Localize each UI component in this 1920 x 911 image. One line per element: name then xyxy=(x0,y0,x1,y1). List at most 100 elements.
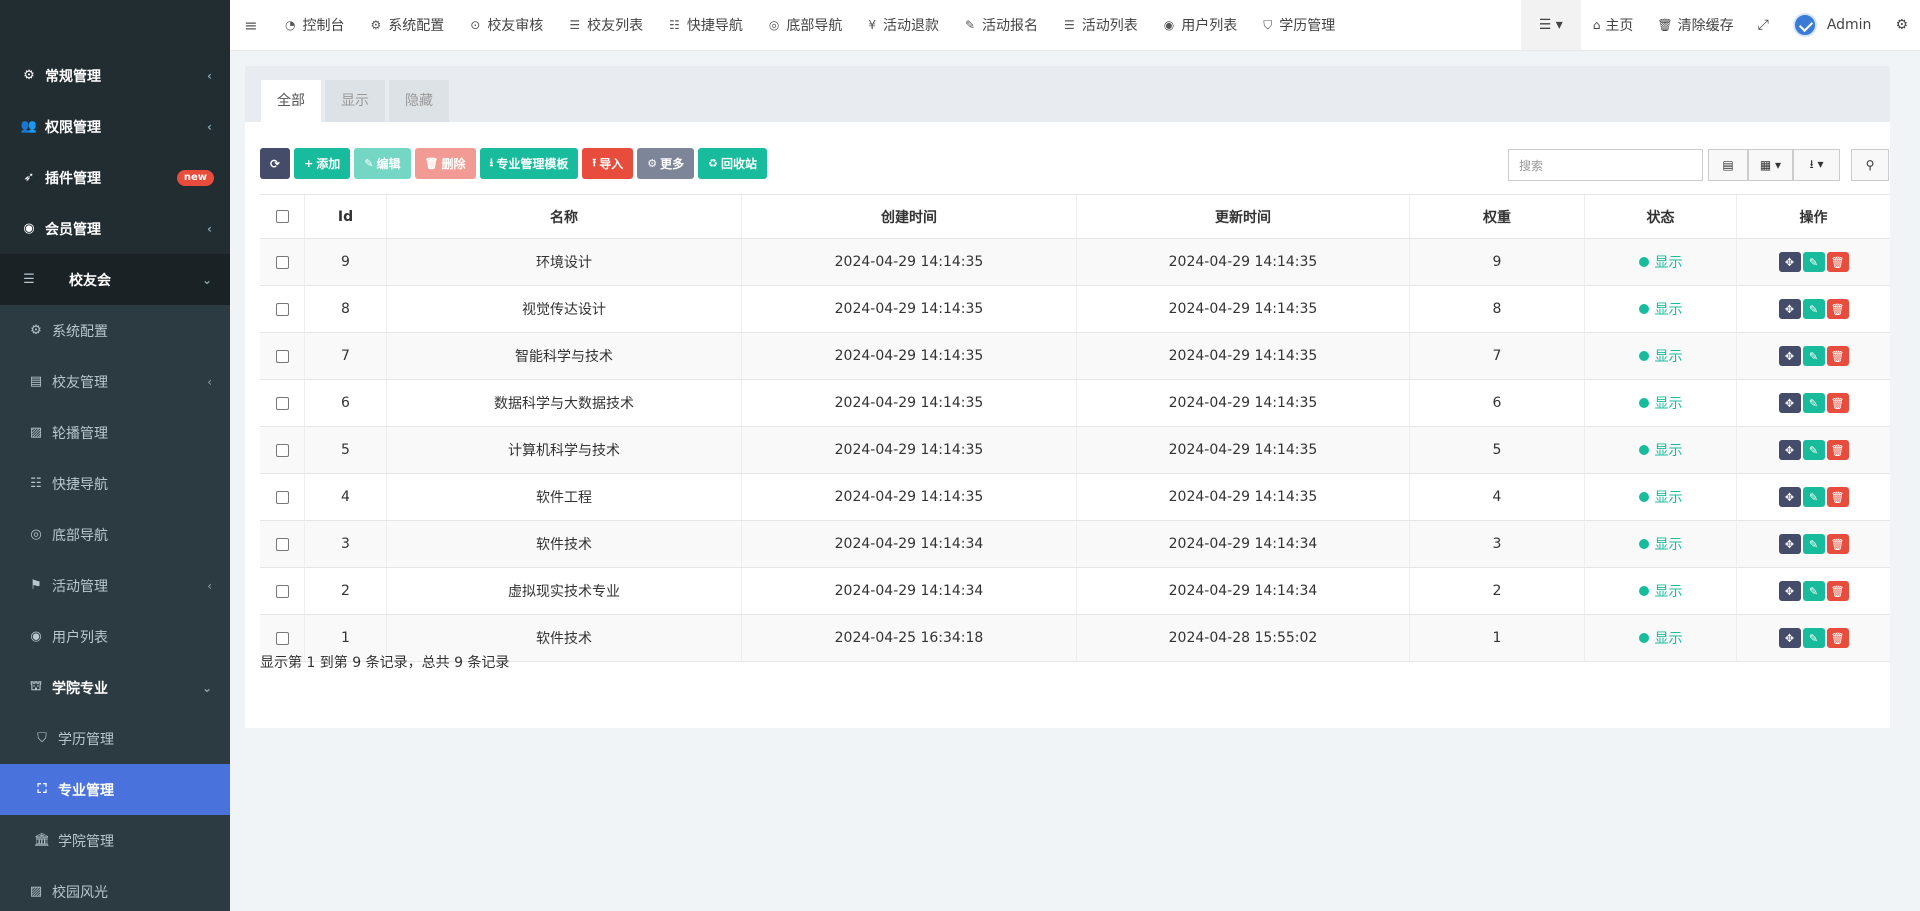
sidebar-item-14[interactable]: ⛶ 专业管理 xyxy=(0,764,230,815)
refresh-button[interactable]: ⟳ xyxy=(260,148,291,179)
select-all-checkbox[interactable] xyxy=(275,210,289,223)
row-edit-button[interactable]: ✎ xyxy=(1802,628,1825,648)
header-id[interactable]: Id xyxy=(305,195,387,238)
nav-tab-0[interactable]: ◔ 控制台 xyxy=(272,0,357,50)
status-badge[interactable]: 显示 xyxy=(1638,299,1683,319)
nav-tab-10[interactable]: ⛉ 学历管理 xyxy=(1250,0,1348,50)
nav-tab-3[interactable]: ☰ 校友列表 xyxy=(556,0,656,50)
drag-handle-button[interactable]: ✥ xyxy=(1778,393,1801,413)
sidebar-item-3[interactable]: ◉ 会员管理 ‹ xyxy=(0,203,230,254)
nav-tab-4[interactable]: ☷ 快捷导航 xyxy=(656,0,756,50)
row-checkbox[interactable] xyxy=(275,584,289,598)
nav-tab-6[interactable]: ¥ 活动退款 xyxy=(855,0,952,50)
status-badge[interactable]: 显示 xyxy=(1638,487,1683,507)
add-button[interactable]: + 添加 xyxy=(294,148,351,179)
nav-tab-1[interactable]: ⚙ 系统配置 xyxy=(357,0,457,50)
tab-show[interactable]: 显示 xyxy=(325,80,385,122)
nav-tab-2[interactable]: ⊙ 校友审核 xyxy=(457,0,556,50)
row-edit-button[interactable]: ✎ xyxy=(1802,534,1825,554)
status-badge[interactable]: 显示 xyxy=(1638,628,1683,648)
tab-all[interactable]: 全部 xyxy=(261,80,321,122)
sidebar-item-5[interactable]: ⚙ 系统配置 xyxy=(0,305,230,356)
nav-tab-7[interactable]: ✎ 活动报名 xyxy=(952,0,1051,50)
sidebar-item-16[interactable]: ▨ 校园风光 xyxy=(0,866,230,911)
toggle-view-button[interactable]: ▤ xyxy=(1708,149,1748,181)
nav-tab-9[interactable]: ◉ 用户列表 xyxy=(1151,0,1250,50)
sidebar-item-9[interactable]: ◎ 底部导航 xyxy=(0,509,230,560)
clear-cache-button[interactable]: 🗑 清除缓存 xyxy=(1645,0,1745,50)
row-delete-button[interactable]: 🗑 xyxy=(1826,393,1849,413)
delete-button[interactable]: 🗑 删除 xyxy=(414,148,476,179)
sidebar-item-12[interactable]: ⛫ 学院专业 ⌄ xyxy=(0,662,230,713)
table-row[interactable]: 7 智能科学与技术 2024-04-29 14:14:35 2024-04-29 14… xyxy=(260,333,1890,380)
row-checkbox[interactable] xyxy=(275,255,289,269)
table-row[interactable]: 2 虚拟现实技术专业 2024-04-29 14:14:34 2024-04-29 1… xyxy=(260,568,1890,615)
row-delete-button[interactable]: 🗑 xyxy=(1826,252,1849,272)
row-delete-button[interactable]: 🗑 xyxy=(1826,299,1849,319)
fullscreen-button[interactable]: ⤢ xyxy=(1746,0,1781,50)
columns-button[interactable]: ▦ ▾ xyxy=(1748,149,1793,181)
drag-handle-button[interactable]: ✥ xyxy=(1778,299,1801,319)
home-link[interactable]: ⌂ 主页 xyxy=(1581,0,1646,50)
user-menu[interactable]: Admin xyxy=(1781,0,1884,50)
sidebar-item-4[interactable]: ☰ 校友会 ⌄ xyxy=(0,254,230,305)
table-row[interactable]: 8 视觉传达设计 2024-04-29 14:14:35 2024-04-29 14:… xyxy=(260,286,1890,333)
row-edit-button[interactable]: ✎ xyxy=(1802,581,1825,601)
sidebar-item-2[interactable]: ➶ 插件管理 new xyxy=(0,152,230,203)
row-delete-button[interactable]: 🗑 xyxy=(1826,487,1849,507)
sidebar-item-13[interactable]: ⛉ 学历管理 xyxy=(0,713,230,764)
status-badge[interactable]: 显示 xyxy=(1638,534,1683,554)
status-badge[interactable]: 显示 xyxy=(1638,346,1683,366)
tabs-menu-toggle-button[interactable]: ☰ ▾ xyxy=(1520,0,1581,50)
drag-handle-button[interactable]: ✥ xyxy=(1778,628,1801,648)
status-badge[interactable]: 显示 xyxy=(1638,393,1683,413)
nav-tab-8[interactable]: ☰ 活动列表 xyxy=(1051,0,1151,50)
template-download-button[interactable]: ⭳ 专业管理模板 xyxy=(479,148,579,179)
sidebar-item-15[interactable]: 🏛 学院管理 xyxy=(0,815,230,866)
status-badge[interactable]: 显示 xyxy=(1638,252,1683,272)
drag-handle-button[interactable]: ✥ xyxy=(1778,581,1801,601)
status-badge[interactable]: 显示 xyxy=(1638,581,1683,601)
table-row[interactable]: 3 软件技术 2024-04-29 14:14:34 2024-04-29 14:14… xyxy=(260,521,1890,568)
advanced-search-button[interactable]: ⚲ xyxy=(1851,149,1889,181)
more-button[interactable]: ⚙ 更多 xyxy=(637,148,695,179)
table-row[interactable]: 4 软件工程 2024-04-29 14:14:35 2024-04-29 14:14… xyxy=(260,474,1890,521)
row-delete-button[interactable]: 🗑 xyxy=(1826,581,1849,601)
drag-handle-button[interactable]: ✥ xyxy=(1778,534,1801,554)
table-row[interactable]: 9 环境设计 2024-04-29 14:14:35 2024-04-29 14:14… xyxy=(260,239,1890,286)
sidebar-item-10[interactable]: ⚑ 活动管理 ‹ xyxy=(0,560,230,611)
drag-handle-button[interactable]: ✥ xyxy=(1778,487,1801,507)
row-edit-button[interactable]: ✎ xyxy=(1802,487,1825,507)
nav-tab-5[interactable]: ◎ 底部导航 xyxy=(756,0,855,50)
row-checkbox[interactable] xyxy=(275,490,289,504)
status-badge[interactable]: 显示 xyxy=(1638,440,1683,460)
sidebar-item-0[interactable]: ⚙ 常规管理 ‹ xyxy=(0,50,230,101)
sidebar-item-7[interactable]: ▨ 轮播管理 xyxy=(0,407,230,458)
row-edit-button[interactable]: ✎ xyxy=(1802,346,1825,366)
row-delete-button[interactable]: 🗑 xyxy=(1826,440,1849,460)
row-checkbox[interactable] xyxy=(275,443,289,457)
settings-button[interactable]: ⚙ xyxy=(1883,0,1920,50)
sidebar-item-11[interactable]: ◉ 用户列表 xyxy=(0,611,230,662)
row-delete-button[interactable]: 🗑 xyxy=(1826,628,1849,648)
import-button[interactable]: ⭱ 导入 xyxy=(582,148,634,179)
row-checkbox[interactable] xyxy=(275,631,289,645)
drag-handle-button[interactable]: ✥ xyxy=(1778,346,1801,366)
sidebar-item-8[interactable]: ☷ 快捷导航 xyxy=(0,458,230,509)
row-delete-button[interactable]: 🗑 xyxy=(1826,534,1849,554)
search-input[interactable]: 搜索 xyxy=(1508,149,1703,181)
sidebar-toggle-icon[interactable]: ≡ xyxy=(230,16,272,35)
row-edit-button[interactable]: ✎ xyxy=(1802,440,1825,460)
sidebar-item-6[interactable]: ▤ 校友管理 ‹ xyxy=(0,356,230,407)
row-checkbox[interactable] xyxy=(275,349,289,363)
row-delete-button[interactable]: 🗑 xyxy=(1826,346,1849,366)
drag-handle-button[interactable]: ✥ xyxy=(1778,252,1801,272)
row-edit-button[interactable]: ✎ xyxy=(1802,299,1825,319)
sidebar-item-1[interactable]: 👥 权限管理 ‹ xyxy=(0,101,230,152)
row-checkbox[interactable] xyxy=(275,302,289,316)
export-button[interactable]: ⭳ ▾ xyxy=(1793,149,1840,181)
row-edit-button[interactable]: ✎ xyxy=(1802,393,1825,413)
table-row[interactable]: 5 计算机科学与技术 2024-04-29 14:14:35 2024-04-29 1… xyxy=(260,427,1890,474)
edit-button[interactable]: ✎ 编辑 xyxy=(354,148,411,179)
tab-hidden[interactable]: 隐藏 xyxy=(389,80,449,122)
